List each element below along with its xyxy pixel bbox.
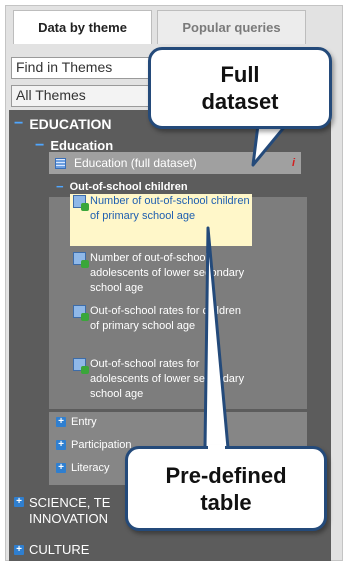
tree-node-label-continued: INNOVATION (29, 511, 108, 526)
dataset-label: Education (full dataset) (74, 156, 197, 170)
tab-data-by-theme[interactable]: Data by theme (13, 10, 152, 44)
collapse-icon[interactable]: − (56, 180, 64, 193)
table-icon (73, 305, 89, 321)
table-item-label: Out-of-school rates for adolescents of l… (90, 358, 245, 400)
expand-icon[interactable]: + (14, 544, 24, 555)
tree-node-education-sub[interactable]: − Education (35, 137, 114, 153)
callout-line: dataset (201, 89, 279, 114)
tree-node-label: Participation (71, 439, 132, 451)
callout-line: Pre-defined (165, 462, 287, 488)
info-icon[interactable]: i (292, 157, 295, 169)
table-icon (73, 195, 89, 211)
expand-icon[interactable]: + (14, 497, 24, 507)
expand-icon[interactable]: + (56, 463, 66, 473)
table-item-label: Number of out-of-school adolescents of l… (90, 252, 245, 294)
callout-full-dataset: Full dataset (148, 47, 332, 129)
table-icon (73, 358, 89, 374)
table-item-label: Out-of-school rates for children of prim… (90, 305, 242, 332)
tree-node-science[interactable]: + SCIENCE, TE INNOVATION (14, 495, 110, 527)
tree-node-label: EDUCATION (29, 116, 112, 132)
tree-node-culture[interactable]: + CULTURE (14, 542, 89, 557)
tree-node-participation[interactable]: + Participation (56, 439, 132, 451)
expand-icon[interactable]: + (56, 417, 66, 427)
tree-node-label: Entry (71, 416, 97, 428)
table-item-out-of-school-lower-secondary[interactable]: Number of out-of-school adolescents of l… (70, 251, 252, 296)
tree-node-label: SCIENCE, TE (29, 495, 111, 510)
table-item-rates-lower-secondary[interactable]: Out-of-school rates for adolescents of l… (70, 357, 252, 402)
search-input[interactable]: Find in Themes (11, 57, 161, 79)
callout-line: Full (220, 62, 260, 87)
tree-node-label: Literacy (71, 462, 110, 474)
expand-icon[interactable]: + (56, 440, 66, 450)
dataset-education-full[interactable]: Education (full dataset) i (49, 152, 301, 174)
callout-line: table (200, 489, 252, 515)
table-icon (73, 252, 89, 268)
tab-popular-queries[interactable]: Popular queries (157, 10, 306, 44)
collapse-icon[interactable]: − (35, 137, 44, 153)
callout-predefined-table: Pre-defined table (125, 446, 327, 531)
table-item-rates-primary[interactable]: Out-of-school rates for children of prim… (70, 304, 252, 334)
collapse-icon[interactable]: − (14, 116, 23, 132)
tree-node-label: Out-of-school children (69, 181, 188, 193)
tree-node-literacy[interactable]: + Literacy (56, 462, 110, 474)
table-item-label: Number of out-of-school children of prim… (90, 195, 250, 222)
table-item-out-of-school-primary[interactable]: Number of out-of-school children of prim… (70, 194, 252, 246)
theme-select[interactable]: All Themes (11, 85, 161, 107)
dataset-grid-icon (55, 157, 66, 169)
tree-node-label: CULTURE (29, 542, 90, 557)
tree-node-education[interactable]: − EDUCATION (14, 116, 112, 133)
tree-node-out-of-school[interactable]: − Out-of-school children (56, 180, 188, 193)
tree-node-label: Education (50, 138, 114, 153)
tree-node-entry[interactable]: + Entry (56, 416, 97, 428)
